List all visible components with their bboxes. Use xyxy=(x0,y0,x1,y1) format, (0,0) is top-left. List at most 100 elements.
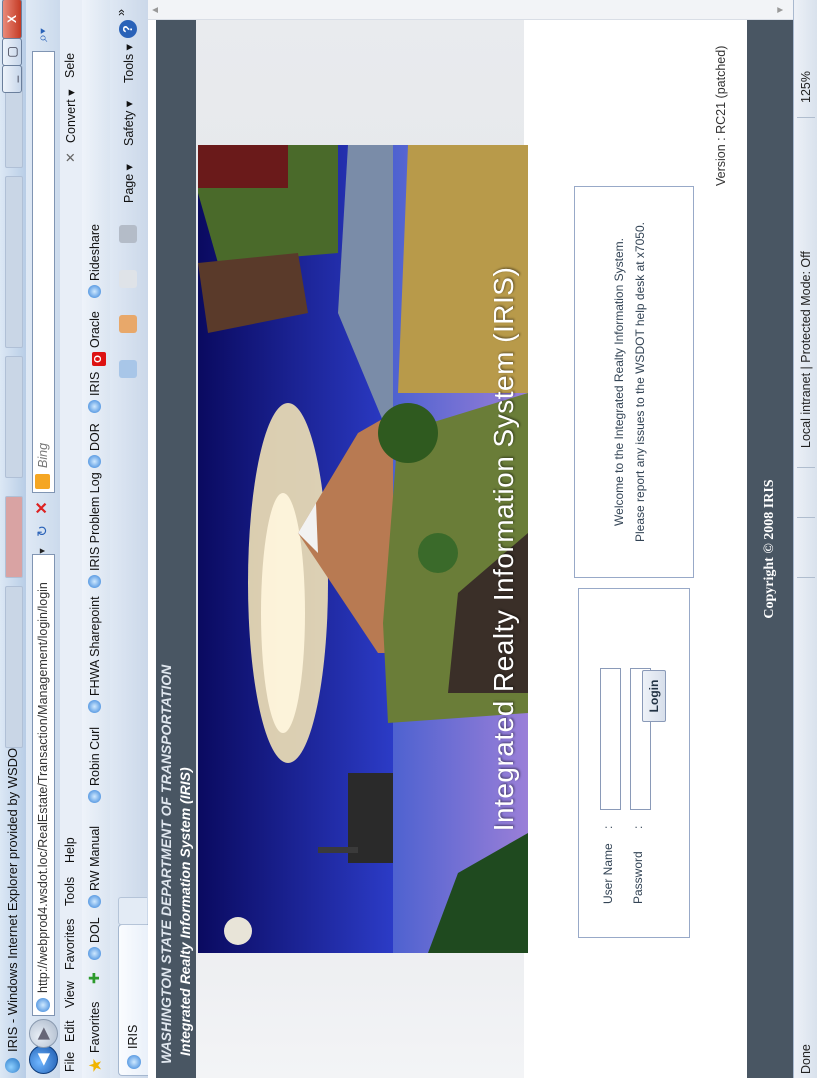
taskbar-tab xyxy=(5,176,23,348)
close-toolbar-icon[interactable]: ✕ xyxy=(63,152,79,163)
banner-image: Integrated Realty Information System (IR… xyxy=(198,145,528,953)
banner-title: Integrated Realty Information System (IR… xyxy=(488,266,519,832)
refresh-icon[interactable]: ↻ xyxy=(32,521,53,541)
welcome-line-2: Please report any issues to the WSDOT he… xyxy=(633,222,647,542)
tab-favicon-icon xyxy=(127,1055,141,1069)
home-icon[interactable] xyxy=(119,360,137,378)
address-row: ◀ ▶ http://webprod4.wsdot.loc/RealEstate… xyxy=(26,0,60,1078)
print-icon[interactable] xyxy=(119,225,137,243)
link-icon xyxy=(88,895,101,908)
welcome-panel: Welcome to the Integrated Realty Informa… xyxy=(574,186,694,578)
taskbar-tab xyxy=(5,356,23,478)
command-bar: IRIS Page ▾ Safety ▾ Tools ▾ ? » xyxy=(110,0,149,1078)
favorite-link[interactable]: DOR xyxy=(88,423,102,468)
maximize-button[interactable]: ▢ xyxy=(2,38,22,66)
status-divider xyxy=(797,517,815,518)
department-title: WASHINGTON STATE DEPARTMENT OF TRANSPORT… xyxy=(158,664,174,1064)
new-tab-button[interactable] xyxy=(118,897,147,925)
favorites-star-icon[interactable]: ★ xyxy=(86,1058,106,1073)
security-zone[interactable]: Local intranet | Protected Mode: Off xyxy=(799,251,813,448)
help-icon[interactable]: ? xyxy=(119,20,137,38)
menu-file[interactable]: File xyxy=(63,1052,77,1072)
landscape-painting xyxy=(198,145,528,953)
menu-bar: File Edit View Favorites Tools Help ✕ Co… xyxy=(60,0,83,1078)
favorite-link[interactable]: DOL xyxy=(88,917,102,960)
page-menu[interactable]: Page ▾ xyxy=(121,164,136,203)
taskbar-tab xyxy=(5,496,23,578)
ie-app-icon xyxy=(5,1058,20,1073)
tab-iris[interactable]: IRIS xyxy=(118,924,149,1076)
favorite-link[interactable]: Robin Curl xyxy=(88,727,102,803)
username-input[interactable] xyxy=(600,668,621,810)
version-label: Version : RC21 (patched) xyxy=(714,45,728,186)
mail-icon[interactable] xyxy=(119,270,137,288)
vertical-scrollbar[interactable]: ▲ ▼ xyxy=(148,0,793,20)
favorites-bar: ★ Favorites ✚ DOL RW Manual Robin Curl F… xyxy=(82,0,111,1078)
page-content: WASHINGTON STATE DEPARTMENT OF TRANSPORT… xyxy=(148,20,793,1078)
tools-menu[interactable]: Tools ▾ xyxy=(121,44,136,83)
login-button[interactable]: Login xyxy=(642,670,666,722)
favorite-link[interactable]: OOracle xyxy=(88,311,106,366)
address-url[interactable]: http://webprod4.wsdot.loc/RealEstate/Tra… xyxy=(36,583,50,993)
menu-edit[interactable]: Edit xyxy=(63,1020,77,1042)
menu-view[interactable]: View xyxy=(63,981,77,1008)
search-box[interactable]: Bing xyxy=(32,51,55,493)
link-icon xyxy=(88,947,101,960)
copyright-text: Copyright © 2008 IRIS xyxy=(762,479,777,619)
safety-menu[interactable]: Safety ▾ xyxy=(121,101,136,146)
address-dropdown-icon[interactable]: ▼ xyxy=(32,544,53,558)
link-icon xyxy=(88,455,101,468)
tab-label: IRIS xyxy=(126,1024,140,1049)
status-divider xyxy=(797,467,815,468)
oracle-icon: O xyxy=(92,352,106,366)
footer-band: Copyright © 2008 IRIS xyxy=(747,20,793,1078)
select-button[interactable]: Sele xyxy=(63,53,77,78)
zoom-level[interactable]: 125% xyxy=(799,71,813,103)
login-form: User Name : Password : Login xyxy=(578,588,690,938)
username-colon: : xyxy=(601,825,615,829)
bing-icon xyxy=(35,474,50,489)
username-label: User Name xyxy=(601,843,615,904)
status-divider xyxy=(797,117,815,118)
status-bar: Done Local intranet | Protected Mode: Of… xyxy=(793,0,817,1078)
welcome-line-1: Welcome to the Integrated Realty Informa… xyxy=(612,238,626,526)
favorite-link[interactable]: Rideshare xyxy=(88,224,102,298)
address-bar[interactable]: http://webprod4.wsdot.loc/RealEstate/Tra… xyxy=(32,554,55,1016)
favorites-button[interactable]: Favorites xyxy=(88,1002,102,1053)
link-icon xyxy=(88,285,101,298)
feeds-icon[interactable] xyxy=(119,315,137,333)
search-icon[interactable]: ⌕▾ xyxy=(32,22,53,48)
header-band: WASHINGTON STATE DEPARTMENT OF TRANSPORT… xyxy=(156,20,196,1078)
scroll-down-icon[interactable]: ▼ xyxy=(775,1,786,19)
password-label: Password xyxy=(631,851,645,904)
add-favorite-icon[interactable]: ✚ xyxy=(86,972,103,984)
favorite-link[interactable]: FHWA Sharepoint xyxy=(88,596,102,713)
password-colon: : xyxy=(631,825,645,829)
back-button[interactable]: ◀ xyxy=(29,1045,58,1074)
page-favicon-icon xyxy=(36,998,50,1012)
close-button[interactable]: X xyxy=(2,0,22,39)
search-placeholder[interactable]: Bing xyxy=(36,443,50,468)
more-chevron-icon[interactable]: » xyxy=(114,9,128,16)
title-bar: IRIS - Windows Internet Explorer provide… xyxy=(0,0,27,1078)
convert-button[interactable]: Convert ▾ xyxy=(63,89,78,143)
scroll-up-icon[interactable]: ▲ xyxy=(150,1,161,19)
favorite-link[interactable]: IRIS Problem Log xyxy=(88,472,102,588)
menu-tools[interactable]: Tools xyxy=(63,877,77,906)
link-icon xyxy=(88,790,101,803)
taskbar-tab xyxy=(5,586,23,748)
window-title: IRIS - Windows Internet Explorer provide… xyxy=(5,739,20,1052)
stop-icon[interactable]: ✕ xyxy=(32,498,53,518)
link-icon xyxy=(88,400,101,413)
menu-help[interactable]: Help xyxy=(63,837,77,863)
forward-button[interactable]: ▶ xyxy=(29,1019,58,1048)
link-icon xyxy=(88,575,101,588)
status-text: Done xyxy=(799,1044,813,1074)
system-subtitle: Integrated Realty Information System (IR… xyxy=(177,767,193,1056)
minimize-button[interactable]: _ xyxy=(2,65,22,93)
favorite-link[interactable]: RW Manual xyxy=(88,826,102,908)
menu-favorites[interactable]: Favorites xyxy=(63,919,77,970)
favorite-link[interactable]: IRIS xyxy=(88,372,102,413)
link-icon xyxy=(88,700,101,713)
status-divider xyxy=(797,577,815,578)
